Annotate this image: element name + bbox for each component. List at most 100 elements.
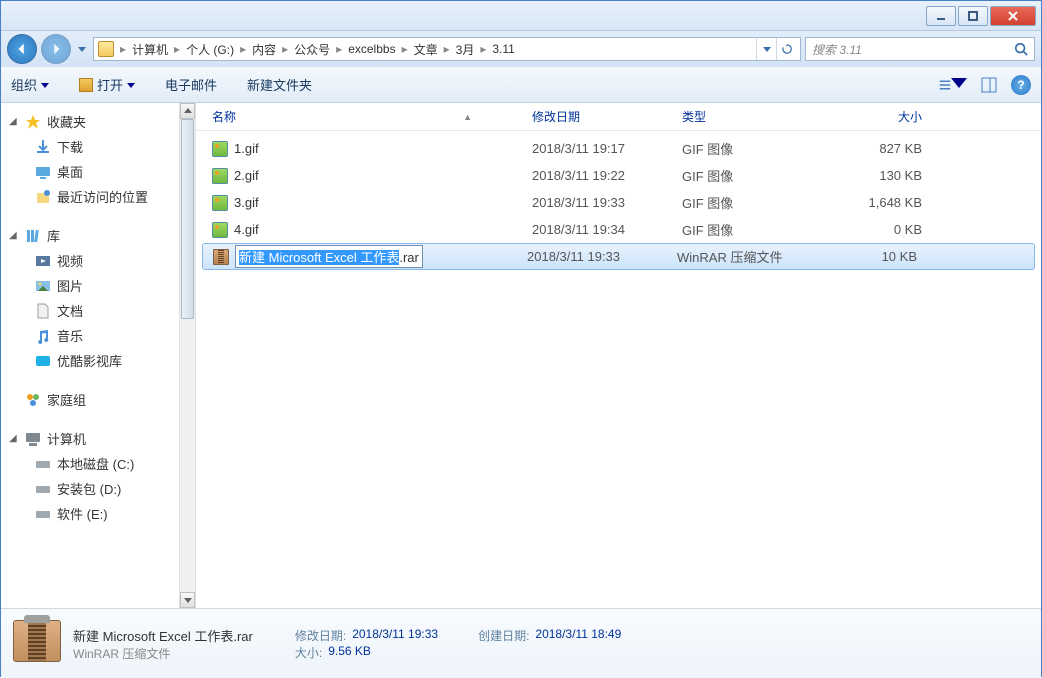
sidebar-item-documents[interactable]: 文档 — [1, 298, 179, 323]
chevron-right-icon[interactable]: ▸ — [172, 42, 182, 56]
organize-menu[interactable]: 组织 — [11, 75, 49, 94]
nav-history-dropdown[interactable] — [75, 37, 89, 61]
breadcrumb-item[interactable]: excelbbs — [344, 42, 399, 56]
gif-icon — [212, 222, 228, 238]
details-pane: 新建 Microsoft Excel 工作表.rar WinRAR 压缩文件 修… — [1, 608, 1041, 678]
scroll-thumb[interactable] — [181, 119, 194, 319]
view-options-button[interactable] — [939, 73, 967, 97]
breadcrumb-item[interactable]: 内容 — [248, 41, 280, 58]
breadcrumb-item[interactable]: 3月 — [452, 41, 479, 58]
file-size: 0 KB — [832, 222, 952, 237]
sidebar: ◢收藏夹 下载 桌面 最近访问的位置 ◢库 视频 图片 文档 音乐 优酷影视库 … — [1, 103, 196, 608]
file-type: GIF 图像 — [682, 139, 832, 158]
collapse-icon: ◢ — [9, 116, 19, 127]
sidebar-item-videos[interactable]: 视频 — [1, 248, 179, 273]
file-name: 1.gif — [234, 141, 259, 156]
back-button[interactable] — [7, 34, 37, 64]
details-prop-value: 2018/3/11 18:49 — [535, 627, 621, 644]
email-button[interactable]: 电子邮件 — [165, 75, 217, 94]
file-row[interactable]: 4.gif 2018/3/11 19:34 GIF 图像 0 KB — [196, 216, 1041, 243]
breadcrumb-item[interactable]: 个人 (G:) — [182, 41, 238, 58]
rename-input[interactable]: 新建 Microsoft Excel 工作表.rar — [235, 245, 423, 268]
details-file-icon — [13, 620, 61, 668]
file-row[interactable]: 2.gif 2018/3/11 19:22 GIF 图像 130 KB — [196, 162, 1041, 189]
sidebar-item-disk-d[interactable]: 安装包 (D:) — [1, 476, 179, 501]
file-date: 2018/3/11 19:17 — [532, 141, 682, 156]
file-type: GIF 图像 — [682, 166, 832, 185]
file-type: WinRAR 压缩文件 — [677, 247, 827, 266]
file-size: 10 KB — [827, 249, 947, 264]
breadcrumb-item[interactable]: 3.11 — [488, 42, 518, 56]
sidebar-item-disk-e[interactable]: 软件 (E:) — [1, 501, 179, 526]
column-size[interactable]: 大小 — [832, 108, 952, 125]
search-icon — [1014, 42, 1028, 56]
chevron-right-icon[interactable]: ▸ — [280, 42, 290, 56]
sidebar-item-recent[interactable]: 最近访问的位置 — [1, 184, 179, 209]
search-placeholder: 搜索 3.11 — [812, 41, 1014, 58]
maximize-button[interactable] — [958, 6, 988, 26]
help-button[interactable]: ? — [1011, 75, 1031, 95]
details-prop-label: 创建日期: — [478, 627, 529, 644]
breadcrumb-dropdown[interactable] — [756, 38, 776, 60]
sidebar-item-disk-c[interactable]: 本地磁盘 (C:) — [1, 451, 179, 476]
scroll-down-button[interactable] — [180, 592, 195, 608]
preview-pane-button[interactable] — [975, 73, 1003, 97]
details-prop-value: 9.56 KB — [328, 644, 371, 661]
file-name: 4.gif — [234, 222, 259, 237]
sidebar-item-music[interactable]: 音乐 — [1, 323, 179, 348]
breadcrumb-item[interactable]: 公众号 — [290, 41, 334, 58]
sidebar-item-pictures[interactable]: 图片 — [1, 273, 179, 298]
column-name[interactable]: 名称▲ — [212, 108, 532, 125]
collapse-icon: ◢ — [9, 433, 19, 444]
sidebar-item-downloads[interactable]: 下载 — [1, 134, 179, 159]
details-subtitle: WinRAR 压缩文件 — [73, 645, 253, 662]
file-row[interactable]: 1.gif 2018/3/11 19:17 GIF 图像 827 KB — [196, 135, 1041, 162]
file-row[interactable]: 新建 Microsoft Excel 工作表.rar 2018/3/11 19:… — [202, 243, 1035, 270]
column-headers: 名称▲ 修改日期 类型 大小 — [196, 103, 1041, 131]
sidebar-homegroup[interactable]: 家庭组 — [1, 387, 179, 412]
chevron-right-icon[interactable]: ▸ — [478, 42, 488, 56]
chevron-right-icon[interactable]: ▸ — [334, 42, 344, 56]
chevron-right-icon[interactable]: ▸ — [118, 42, 128, 56]
sort-indicator-icon: ▲ — [463, 112, 472, 122]
minimize-button[interactable] — [926, 6, 956, 26]
gif-icon — [212, 168, 228, 184]
refresh-button[interactable] — [776, 38, 796, 60]
open-button[interactable]: 打开 — [79, 75, 135, 94]
rar-icon — [213, 249, 229, 265]
search-input[interactable]: 搜索 3.11 — [805, 37, 1035, 61]
file-name: 2.gif — [234, 168, 259, 183]
folder-icon — [98, 41, 114, 57]
file-row[interactable]: 3.gif 2018/3/11 19:33 GIF 图像 1,648 KB — [196, 189, 1041, 216]
file-size: 130 KB — [832, 168, 952, 183]
sidebar-item-desktop[interactable]: 桌面 — [1, 159, 179, 184]
details-prop-value: 2018/3/11 19:33 — [352, 627, 438, 644]
breadcrumb-item[interactable]: 文章 — [410, 41, 442, 58]
sidebar-favorites[interactable]: ◢收藏夹 — [1, 109, 179, 134]
forward-button[interactable] — [41, 34, 71, 64]
column-date[interactable]: 修改日期 — [532, 108, 682, 125]
column-type[interactable]: 类型 — [682, 108, 832, 125]
newfolder-button[interactable]: 新建文件夹 — [247, 75, 312, 94]
details-title: 新建 Microsoft Excel 工作表.rar — [73, 626, 253, 645]
scroll-up-button[interactable] — [180, 103, 195, 119]
breadcrumb-item[interactable]: 计算机 — [128, 41, 172, 58]
sidebar-computer[interactable]: ◢计算机 — [1, 426, 179, 451]
file-size: 1,648 KB — [832, 195, 952, 210]
file-type: GIF 图像 — [682, 193, 832, 212]
sidebar-libraries[interactable]: ◢库 — [1, 223, 179, 248]
chevron-right-icon[interactable]: ▸ — [400, 42, 410, 56]
sidebar-scrollbar[interactable] — [179, 103, 195, 608]
file-date: 2018/3/11 19:33 — [532, 195, 682, 210]
file-date: 2018/3/11 19:22 — [532, 168, 682, 183]
breadcrumb[interactable]: ▸ 计算机 ▸ 个人 (G:) ▸ 内容 ▸ 公众号 ▸ excelbbs ▸ … — [93, 37, 801, 61]
sidebar-item-youku[interactable]: 优酷影视库 — [1, 348, 179, 373]
chevron-right-icon[interactable]: ▸ — [442, 42, 452, 56]
gif-icon — [212, 141, 228, 157]
file-type: GIF 图像 — [682, 220, 832, 239]
titlebar — [1, 1, 1041, 31]
main-area: ◢收藏夹 下载 桌面 最近访问的位置 ◢库 视频 图片 文档 音乐 优酷影视库 … — [1, 103, 1041, 608]
open-icon — [79, 78, 93, 92]
chevron-right-icon[interactable]: ▸ — [238, 42, 248, 56]
close-button[interactable] — [990, 6, 1036, 26]
